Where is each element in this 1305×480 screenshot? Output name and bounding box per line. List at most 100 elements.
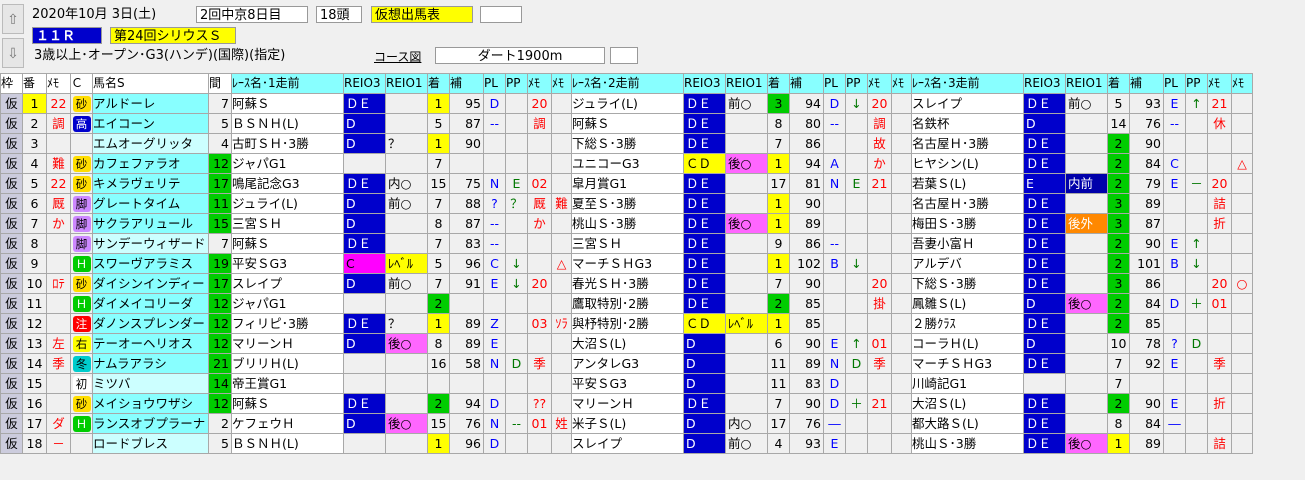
prev-race-name[interactable]: 川崎記G1 [911, 373, 1024, 394]
frame-cell[interactable]: 仮 [0, 113, 23, 134]
memo-cell[interactable] [46, 293, 71, 314]
horse-name[interactable]: エムオーグリッタ [92, 133, 209, 154]
prev-race-name[interactable]: マリーンＨ [231, 333, 344, 354]
prev-race-name[interactable]: スレイプ [571, 433, 684, 454]
memo-a-cell[interactable]: 折 [1207, 213, 1232, 234]
memo-a-cell[interactable]: 01 [1207, 293, 1232, 314]
memo-cell[interactable] [46, 313, 71, 334]
memo-b-cell[interactable] [551, 153, 572, 174]
memo-b-cell[interactable] [1231, 353, 1253, 374]
prev-race-name[interactable]: 皐月賞G1 [571, 173, 684, 194]
column-header[interactable]: REIO1 [1065, 73, 1108, 94]
memo-b-cell[interactable] [1231, 253, 1253, 274]
prev-race-name[interactable]: ＢＳＮＨ(L) [231, 113, 344, 134]
prev-race-name[interactable]: 名古屋Ｈ･3勝 [911, 133, 1024, 154]
prev-race-name[interactable]: マリーンＨ [571, 393, 684, 414]
memo-a-cell[interactable] [527, 133, 552, 154]
memo-b-cell[interactable]: ｿﾗ [551, 313, 572, 334]
memo-a-cell[interactable]: 20 [867, 93, 892, 114]
memo-b-cell[interactable] [1231, 193, 1253, 214]
prev-race-name[interactable]: 與杼特別･2勝 [571, 313, 684, 334]
memo-cell[interactable] [46, 133, 71, 154]
memo-a-cell[interactable]: 季 [867, 353, 892, 374]
column-header[interactable]: 枠 [0, 73, 23, 94]
prev-race-name[interactable]: ジャパG1 [231, 293, 344, 314]
memo-a-cell[interactable]: 03 [527, 313, 552, 334]
prev-race-name[interactable]: 鳳雛Ｓ(L) [911, 293, 1024, 314]
memo-a-cell[interactable]: 20 [1207, 273, 1232, 294]
memo-b-cell[interactable] [891, 313, 912, 334]
prev-race-name[interactable]: ユニコーG3 [571, 153, 684, 174]
column-header[interactable]: 着 [427, 73, 450, 94]
memo-a-cell[interactable]: 21 [867, 393, 892, 414]
memo-b-cell[interactable]: ○ [1231, 273, 1253, 294]
memo-a-cell[interactable]: 故 [867, 133, 892, 154]
prev-race-name[interactable]: 名古屋Ｈ･3勝 [911, 193, 1024, 214]
table-row[interactable]: 仮 1 22 砂アルドーレ 7 阿蘇Ｓ ＤＥ 1 95 D 20 ジュライ(L) ＤＥ 前○ 3 94 D ↓ 20… [0, 93, 1253, 114]
prev-race-name[interactable]: 若葉Ｓ(L) [911, 173, 1024, 194]
memo-b-cell[interactable] [1231, 213, 1253, 234]
prev-race-name[interactable]: 大沼Ｓ(L) [571, 333, 684, 354]
frame-cell[interactable]: 仮 [0, 293, 23, 314]
memo-a-cell[interactable] [1207, 133, 1232, 154]
memo-cell[interactable] [46, 233, 71, 254]
column-header[interactable]: ﾒﾓ [867, 73, 892, 94]
memo-b-cell[interactable] [891, 133, 912, 154]
memo-b-cell[interactable] [891, 233, 912, 254]
prev-race-name[interactable]: 米子Ｓ(L) [571, 413, 684, 434]
memo-b-cell[interactable] [891, 93, 912, 114]
column-header[interactable]: ﾒﾓ [46, 73, 71, 94]
memo-a-cell[interactable]: 詰 [1207, 433, 1232, 454]
memo-b-cell[interactable] [1231, 313, 1253, 334]
memo-a-cell[interactable] [1207, 153, 1232, 174]
memo-b-cell[interactable] [1231, 293, 1253, 314]
course-map-link[interactable]: コース図 [374, 49, 421, 66]
frame-cell[interactable]: 仮 [0, 133, 23, 154]
horse-name[interactable]: ランスオブプラーナ [92, 413, 209, 434]
table-row[interactable]: 仮 3 エムオーグリッタ 4 古町ＳＨ･3勝 D？ 1 90 下総Ｓ･3勝 ＤＥ 7 86 故名古屋Ｈ･… [0, 133, 1253, 154]
prev-race-name[interactable]: 平安ＳG3 [571, 373, 684, 394]
memo-a-cell[interactable] [527, 153, 552, 174]
frame-cell[interactable]: 仮 [0, 353, 23, 374]
memo-b-cell[interactable] [891, 113, 912, 134]
memo-a-cell[interactable]: 21 [867, 173, 892, 194]
prev-race-name[interactable]: 阿蘇Ｓ [571, 113, 684, 134]
memo-a-cell[interactable] [1207, 313, 1232, 334]
prev-race-name[interactable]: 阿蘇Ｓ [231, 393, 344, 414]
memo-cell[interactable] [46, 253, 71, 274]
memo-cell[interactable]: 左 [46, 333, 71, 354]
memo-b-cell[interactable] [551, 113, 572, 134]
memo-b-cell[interactable] [891, 353, 912, 374]
memo-a-cell[interactable]: 休 [1207, 113, 1232, 134]
memo-b-cell[interactable] [891, 153, 912, 174]
table-row[interactable]: 仮 12 注ダノンスプレンダー 12 フィリピ･3勝 ＤＥ？ 1 89 Z 03 ｿﾗ 與杼特別･2勝… [0, 313, 1253, 334]
table-row[interactable]: 仮 11 Ｈ ダイメイコリーダ 12 ジャパG1 2 鷹取特別･2勝 ＤＥ 2 85 掛鳳雛Ｓ(L) D… [0, 293, 1253, 314]
memo-b-cell[interactable] [551, 353, 572, 374]
memo-a-cell[interactable] [867, 373, 892, 394]
memo-b-cell[interactable] [1231, 113, 1253, 134]
prev-race-name[interactable]: ＢＳＮＨ(L) [231, 433, 344, 454]
memo-b-cell[interactable] [891, 293, 912, 314]
column-header[interactable]: REIO1 [725, 73, 768, 94]
horse-name[interactable]: エイコーン [92, 113, 209, 134]
memo-cell[interactable]: 季 [46, 353, 71, 374]
memo-b-cell[interactable] [551, 233, 572, 254]
frame-cell[interactable]: 仮 [0, 333, 23, 354]
prev-race-name[interactable]: コーラＨ(L) [911, 333, 1024, 354]
prev-race-name[interactable]: 大沼Ｓ(L) [911, 393, 1024, 414]
prev-race-name[interactable]: 三宮ＳＨ [231, 213, 344, 234]
memo-a-cell[interactable]: 01 [527, 413, 552, 434]
memo-b-cell[interactable] [1231, 133, 1253, 154]
horse-name[interactable]: スワーヴアラミス [92, 253, 209, 274]
prev-race-name[interactable]: 古町ＳＨ･3勝 [231, 133, 344, 154]
frame-cell[interactable]: 仮 [0, 213, 23, 234]
horse-name[interactable]: ナムラアラシ [92, 353, 209, 374]
frame-cell[interactable]: 仮 [0, 93, 23, 114]
table-row[interactable]: 仮 2 調高エイコーン 5 ＢＳＮＨ(L) D 5 87 -- 調阿蘇Ｓ ＤＥ 8 80 -- 調名鉄杯 D 1… [0, 113, 1253, 134]
memo-b-cell[interactable] [891, 173, 912, 194]
column-header[interactable]: Ｃ [70, 73, 93, 94]
prev-race-name[interactable]: 春光ＳＨ･3勝 [571, 273, 684, 294]
memo-a-cell[interactable]: ?? [527, 393, 552, 414]
memo-a-cell[interactable] [527, 293, 552, 314]
memo-b-cell[interactable] [1231, 333, 1253, 354]
